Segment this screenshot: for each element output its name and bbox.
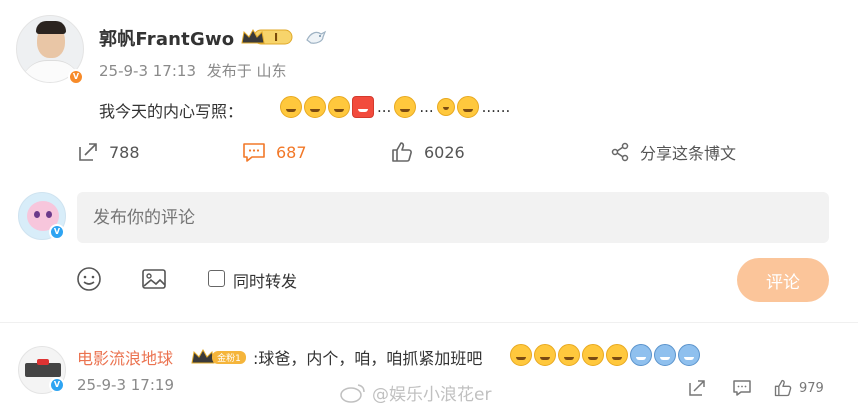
avatar-hair xyxy=(36,21,66,34)
submit-comment-button[interactable]: 评论 xyxy=(737,258,829,302)
author-name[interactable]: 郭帆FrantGwo xyxy=(99,25,234,51)
watermark: @娱乐小浪花er xyxy=(340,380,491,405)
image-upload-icon[interactable] xyxy=(141,266,167,292)
comment-input[interactable] xyxy=(77,192,829,243)
blue-ghost-emoji-icon xyxy=(630,344,652,366)
share-button[interactable]: 分享这条博文 xyxy=(610,138,736,166)
crying-emoji-icon xyxy=(456,96,479,118)
ellipsis-text: ... xyxy=(377,98,392,116)
verified-badge-icon: V xyxy=(68,69,84,85)
comment-emoji-strip xyxy=(510,344,700,366)
commenter-name[interactable]: 电影流浪地球 xyxy=(77,345,173,369)
rainbow-face-emoji-icon xyxy=(304,96,326,118)
blue-ghost-emoji-icon xyxy=(678,344,700,366)
fan-badge-icon[interactable]: 金粉1 xyxy=(190,347,248,367)
sunglasses-emoji-icon xyxy=(582,344,604,366)
verified-badge-icon: V xyxy=(49,224,65,240)
smile-emoji-icon xyxy=(394,96,417,118)
comment-toggle-button[interactable]: 687 xyxy=(242,138,307,166)
comment-like-count: 979 xyxy=(799,380,824,396)
fan-badge-text: 金粉1 xyxy=(217,352,241,364)
vip-crown-badge-icon[interactable]: I xyxy=(240,27,294,47)
thumbs-up-icon xyxy=(774,379,792,397)
heart-eyes-emoji-icon xyxy=(328,96,350,118)
share-label: 分享这条博文 xyxy=(640,144,737,163)
repost-checkbox[interactable] xyxy=(208,270,225,287)
like-button[interactable]: 6026 xyxy=(390,138,465,166)
avatar-eye xyxy=(46,211,52,218)
emoji-picker-icon[interactable] xyxy=(76,266,102,292)
bird-badge-icon[interactable] xyxy=(305,28,327,46)
repost-button[interactable]: 788 xyxy=(77,138,140,166)
weibo-logo-icon xyxy=(340,383,365,403)
share-icon xyxy=(611,142,629,162)
avatar-logo xyxy=(25,363,61,377)
comment-icon xyxy=(243,143,265,162)
post-location: 发布于 山东 xyxy=(206,62,287,80)
rainbow-face-emoji-icon xyxy=(534,344,556,366)
kneeling-figure-emoji-icon xyxy=(436,98,455,116)
repost-count: 788 xyxy=(109,142,140,162)
comment-time: 25-9-3 17:19 xyxy=(77,376,174,394)
repost-icon xyxy=(79,143,97,161)
verified-badge-icon: V xyxy=(49,377,65,393)
ellipsis-text: ... xyxy=(419,98,434,116)
reply-repost-icon[interactable] xyxy=(687,378,707,398)
level-badge-text: I xyxy=(274,31,278,44)
heart-eyes-emoji-icon xyxy=(558,344,580,366)
watermark-text: @娱乐小浪花er xyxy=(372,385,492,405)
like-count: 6026 xyxy=(424,142,465,162)
avatar-eye xyxy=(34,211,40,218)
divider xyxy=(0,322,858,323)
cheering-emoji-icon xyxy=(280,96,302,118)
jiayou-sticker-icon xyxy=(352,96,374,118)
thumbs-up-icon xyxy=(392,142,412,162)
reply-comment-icon[interactable] xyxy=(732,378,752,398)
comment-like-button[interactable]: 979 xyxy=(773,376,824,400)
comment-text: :球爸，内个，咱，咱抓紧加班吧 xyxy=(253,349,483,368)
post-emoji-strip: ... ... ...... xyxy=(280,95,511,119)
post-time[interactable]: 25-9-3 17:13 xyxy=(99,62,196,80)
cheering-emoji-icon xyxy=(510,344,532,366)
post-meta: 25-9-3 17:13 发布于 山东 xyxy=(99,60,287,81)
avatar-logo-accent xyxy=(37,359,49,365)
blue-ghost-emoji-icon xyxy=(654,344,676,366)
grinning-emoji-icon xyxy=(606,344,628,366)
post-text: 我今天的内心写照： xyxy=(99,102,244,121)
repost-checkbox-label[interactable]: 同时转发 xyxy=(233,268,297,292)
ellipsis-text: ...... xyxy=(481,98,511,116)
comment-count: 687 xyxy=(276,142,307,162)
